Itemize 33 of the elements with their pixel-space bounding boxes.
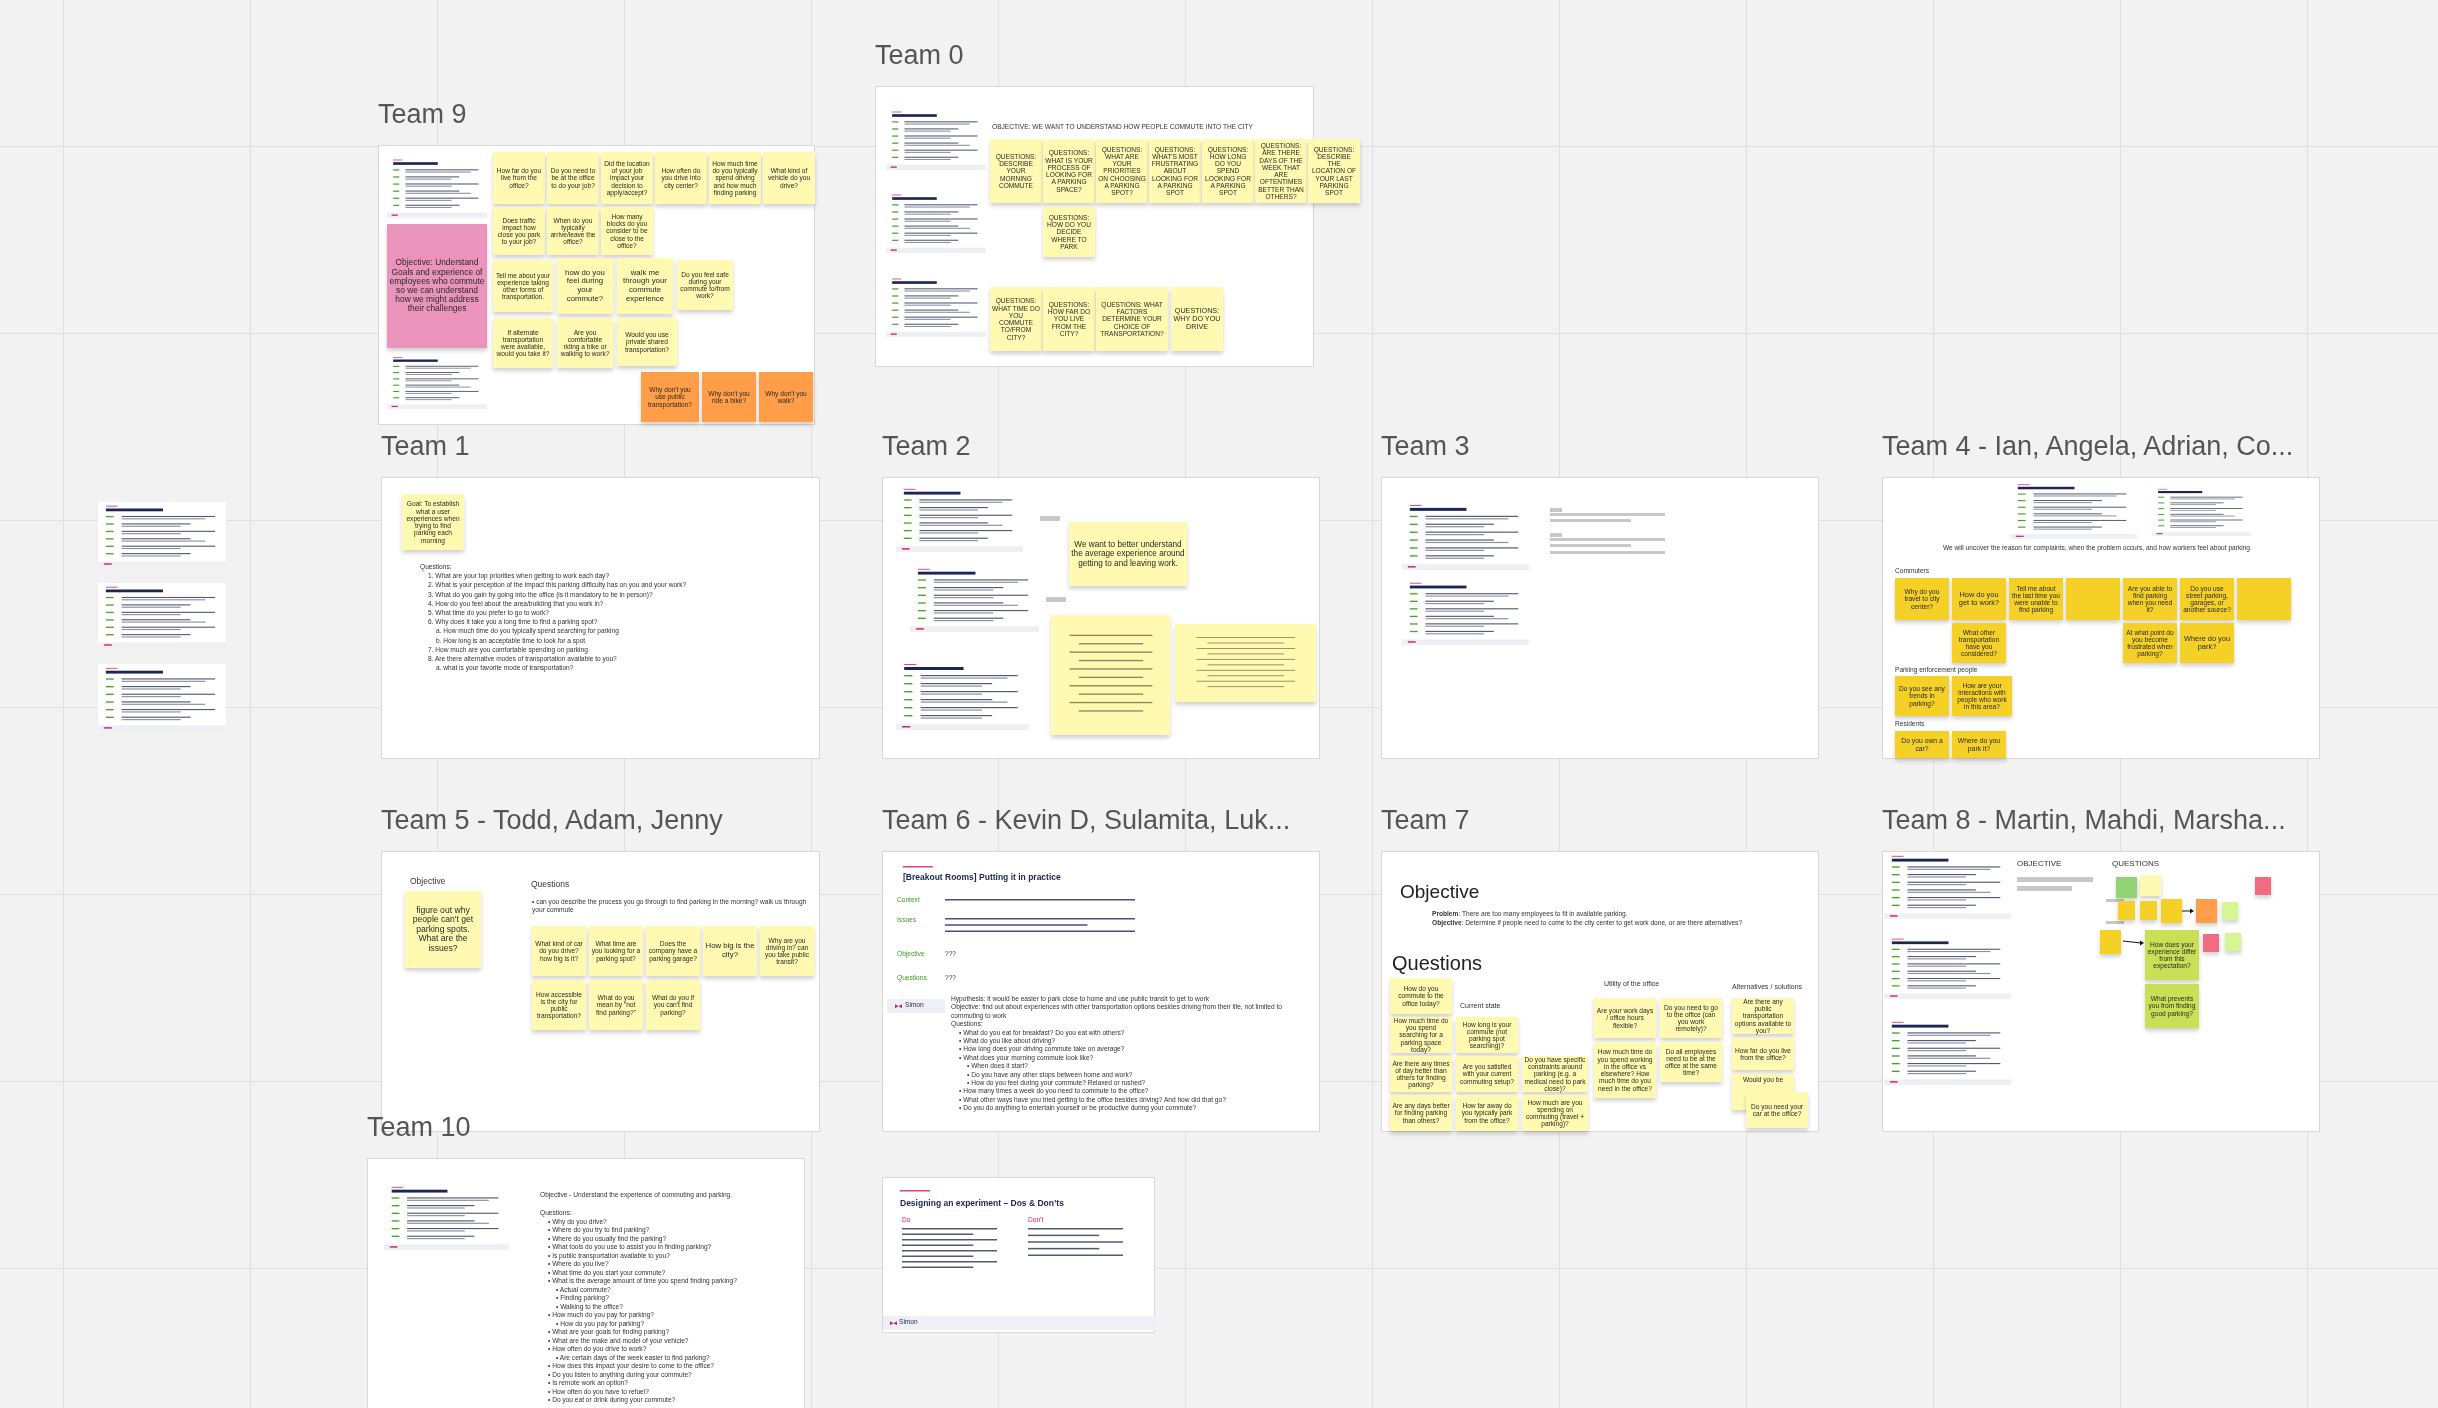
frame-title: Team 9 (378, 101, 467, 128)
text-lines-drawing (900, 1190, 930, 1192)
sticky-note: Objective: Understand Goals and experience of employees who commute so we can understand how we might address their challenges (387, 224, 487, 348)
frame-title: Team 6 - Kevin D, Sulamita, Luk... (882, 807, 1291, 834)
frame-title: Team 4 - Ian, Angela, Adrian, Co... (1882, 433, 2294, 460)
frame-title: Team 5 - Todd, Adam, Jenny (381, 807, 723, 834)
text-label: Objective (1400, 880, 1480, 904)
text-label: Objective (410, 876, 446, 887)
text-label: QUESTIONS (2112, 859, 2160, 869)
placeholder-bar (2017, 886, 2072, 891)
text-label: Questions (531, 879, 570, 890)
text-label: Designing an experiment – Dos & Don’ts (900, 1198, 1064, 1209)
text-label: [Breakout Rooms] Putting it in practice (903, 872, 1061, 883)
placeholder-bar (2106, 921, 2124, 924)
placeholder-bar (1040, 516, 1060, 521)
author-bar (887, 999, 945, 1013)
text-label: Questions (1392, 951, 1483, 976)
arrow-connector (2179, 908, 2195, 914)
frame-title: Team 1 (381, 433, 470, 460)
text-lines-drawing (903, 866, 933, 868)
placeholder-bar (1046, 597, 1066, 602)
frame-title: Team 0 (875, 42, 964, 69)
sticky-note: figure out why people can't get parking spots. What are the issues? (405, 891, 481, 968)
frame-title: Team 2 (882, 433, 971, 460)
logo-icon (895, 1004, 902, 1009)
sticky-note: We want to better understand the average experience around getting to and leaving work. (1069, 522, 1187, 586)
frame-title: Team 7 (1381, 807, 1470, 834)
frame-title: Team 8 - Martin, Mahdi, Marsha... (1882, 807, 2286, 834)
frame-title: Team 3 (1381, 433, 1470, 460)
text-label: OBJECTIVE (2017, 859, 2062, 869)
frame-title: Team 10 (367, 1114, 471, 1141)
logo-icon (890, 1321, 897, 1326)
arrow-connector (2122, 938, 2145, 946)
